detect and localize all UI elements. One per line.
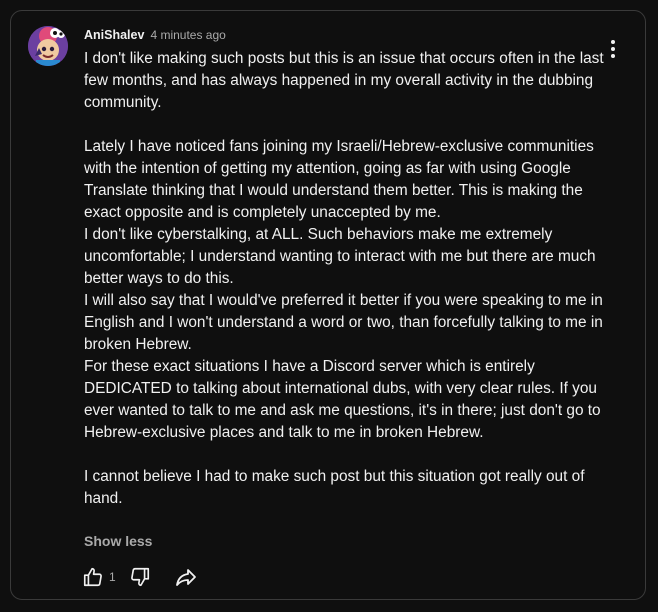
comment-header: AniShalev 4 minutes ago <box>84 28 226 44</box>
avatar[interactable] <box>28 26 68 66</box>
comment-paragraph: I will also say that I would've preferre… <box>84 292 608 353</box>
more-vertical-icon-dot <box>611 54 615 58</box>
comment-blank-line <box>84 444 604 466</box>
author-name[interactable]: AniShalev <box>84 28 144 42</box>
comment-body: I don't like making such posts but this … <box>84 48 604 510</box>
show-less-button[interactable]: Show less <box>84 533 152 549</box>
share-button[interactable] <box>174 565 198 589</box>
comment-paragraph: Lately I have noticed fans joining my Is… <box>84 138 599 221</box>
comment-paragraph: I don't like making such posts but this … <box>84 50 608 111</box>
comment-actions: 1 <box>81 564 198 590</box>
comment-paragraph: I cannot believe I had to make such post… <box>84 468 589 507</box>
like-button[interactable] <box>81 565 105 589</box>
more-vertical-icon-dot <box>611 47 615 51</box>
comment-paragraph: I don't like cyberstalking, at ALL. Such… <box>84 226 600 287</box>
comment-card: AniShalev 4 minutes ago I don't like mak… <box>10 10 646 600</box>
like-count: 1 <box>109 570 116 584</box>
share-arrow-icon <box>175 569 196 586</box>
avatar-image <box>28 26 68 66</box>
comment-timestamp[interactable]: 4 minutes ago <box>150 28 225 42</box>
dislike-button[interactable] <box>128 565 152 589</box>
comment-blank-line <box>84 114 604 136</box>
thumbs-down-icon <box>130 567 149 587</box>
thumbs-up-icon <box>83 567 102 587</box>
more-vertical-icon <box>611 40 615 44</box>
comment-paragraph: For these exact situations I have a Disc… <box>84 358 605 441</box>
